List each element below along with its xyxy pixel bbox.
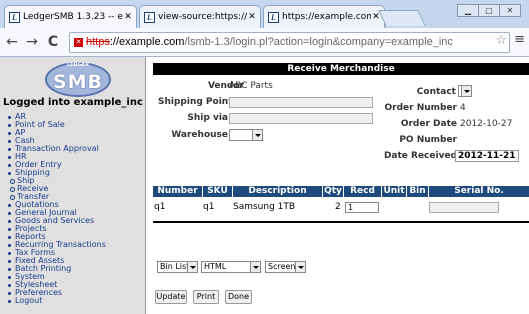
- order-date-label: Order Date: [400, 119, 457, 129]
- media-select[interactable]: Screen: [265, 261, 306, 273]
- print-button[interactable]: Print: [193, 290, 219, 304]
- close-tab-icon[interactable]: ✕: [247, 12, 257, 22]
- col-number: Number: [157, 186, 198, 196]
- date-received-input[interactable]: 2012-11-21: [455, 150, 519, 162]
- chevron-down-icon: [250, 262, 260, 272]
- bookmark-star-icon[interactable]: ☆: [495, 33, 507, 48]
- tab-ledgersmb[interactable]: L LedgerSMB 1.3.23 -- ehuelo ✕: [4, 5, 137, 28]
- chevron-down-icon: [461, 86, 471, 96]
- sidebar-item-logout[interactable]: Logout: [0, 297, 146, 305]
- warehouse-label: Warehouse: [171, 130, 228, 140]
- close-window-icon[interactable]: ✕: [499, 4, 521, 17]
- done-button[interactable]: Done: [225, 290, 252, 304]
- maximize-icon[interactable]: ▢: [478, 4, 500, 17]
- url-host: ://example.com: [109, 36, 185, 48]
- ledgersmb-favicon-icon: L: [268, 11, 279, 23]
- tab-title: https://example.com/lsmb-1: [282, 12, 371, 22]
- update-button[interactable]: Update: [155, 290, 187, 304]
- chevron-down-icon: [252, 130, 262, 140]
- col-bin: Bin: [406, 186, 428, 197]
- forward-arrow-icon[interactable]: →: [24, 34, 40, 50]
- logged-in-label: Logged into example_inc: [3, 97, 143, 108]
- window-controls: ▁ ▢ ✕: [457, 4, 521, 17]
- browser-menu-icon[interactable]: ≡: [514, 32, 525, 47]
- col-unit: Unit: [381, 186, 406, 197]
- page-title: Receive Merchandise: [153, 63, 529, 75]
- col-qty: Qty: [322, 186, 343, 197]
- chevron-down-icon: [295, 262, 305, 272]
- col-description: Description: [232, 186, 322, 197]
- po-number-label: PO Number: [399, 135, 457, 145]
- reload-icon[interactable]: C: [45, 34, 61, 50]
- col-sku: SKU: [202, 186, 232, 197]
- main-content: Receive Merchandise Vendor ABC Parts Shi…: [153, 57, 529, 314]
- ssl-warning-icon: ✕: [74, 37, 83, 47]
- tab-title: view-source:https://example: [158, 12, 247, 22]
- row-description: Samsung 1TB: [233, 202, 296, 212]
- shipping-point-label: Shipping Point: [158, 97, 233, 107]
- divider: [153, 221, 529, 223]
- chevron-down-icon: [187, 262, 197, 272]
- tab-example[interactable]: L https://example.com/lsmb-1 ✕: [263, 5, 385, 28]
- ledgersmb-favicon-icon: L: [9, 11, 20, 23]
- new-tab-button[interactable]: [378, 10, 426, 26]
- contact-select[interactable]: [458, 85, 472, 97]
- warehouse-select[interactable]: [229, 129, 263, 141]
- sidebar: LEDGER SMB Logged into example_inc AR Poi…: [0, 57, 146, 314]
- order-date-value: 2012-10-27: [460, 119, 513, 129]
- logo-top-text: LEDGER: [66, 62, 90, 68]
- back-arrow-icon[interactable]: ←: [4, 34, 20, 50]
- order-number-label: Order Number: [384, 103, 457, 113]
- browser-chrome: L LedgerSMB 1.3.23 -- ehuelo ✕ L view-so…: [0, 0, 529, 57]
- logo-text: SMB: [52, 71, 104, 93]
- table-header: Number SKU Description Qty Recd Unit Bin…: [153, 186, 529, 197]
- vendor-value: ABC Parts: [229, 81, 273, 91]
- row-sku: q1: [203, 202, 215, 212]
- bin-list-select[interactable]: Bin List: [157, 261, 198, 273]
- media-value: Screen: [268, 262, 296, 271]
- recd-input[interactable]: 1: [345, 202, 379, 213]
- ship-via-label: Ship via: [187, 113, 228, 123]
- close-tab-icon[interactable]: ✕: [123, 12, 133, 22]
- contact-label: Contact: [416, 87, 456, 97]
- minimize-icon[interactable]: ▁: [457, 4, 479, 17]
- format-select[interactable]: HTML: [201, 261, 261, 273]
- row-number: q1: [154, 202, 166, 212]
- shipping-point-input[interactable]: [229, 97, 373, 108]
- page-content: LEDGER SMB Logged into example_inc AR Poi…: [0, 57, 529, 314]
- url-scheme: https: [86, 36, 110, 48]
- tab-strip: L LedgerSMB 1.3.23 -- ehuelo ✕ L view-so…: [0, 0, 529, 28]
- ledgersmb-favicon-icon: L: [144, 11, 155, 23]
- sidebar-menu: AR Point of Sale AP Cash Transaction Approva…: [0, 113, 146, 305]
- serial-input[interactable]: [429, 202, 499, 213]
- url-path: /lsmb-1.3/login.pl?action=login&company=…: [184, 36, 453, 48]
- order-number-value: 4: [460, 103, 466, 113]
- tab-title: LedgerSMB 1.3.23 -- ehuelo: [23, 12, 123, 22]
- bin-list-value: Bin List: [160, 262, 190, 271]
- address-bar[interactable]: ✕ https://example.com/lsmb-1.3/login.pl?a…: [69, 32, 510, 53]
- format-value: HTML: [204, 262, 227, 271]
- col-recd: Recd: [343, 186, 381, 197]
- date-received-label: Date Received: [383, 151, 457, 161]
- ledgersmb-logo: LEDGER SMB: [45, 62, 111, 97]
- col-serial: Serial No.: [428, 186, 529, 197]
- ship-via-input[interactable]: [229, 113, 373, 124]
- row-qty: 2: [335, 202, 341, 212]
- tab-view-source[interactable]: L view-source:https://example ✕: [139, 5, 261, 28]
- browser-toolbar: ← → C ✕ https://example.com/lsmb-1.3/logi…: [0, 28, 529, 57]
